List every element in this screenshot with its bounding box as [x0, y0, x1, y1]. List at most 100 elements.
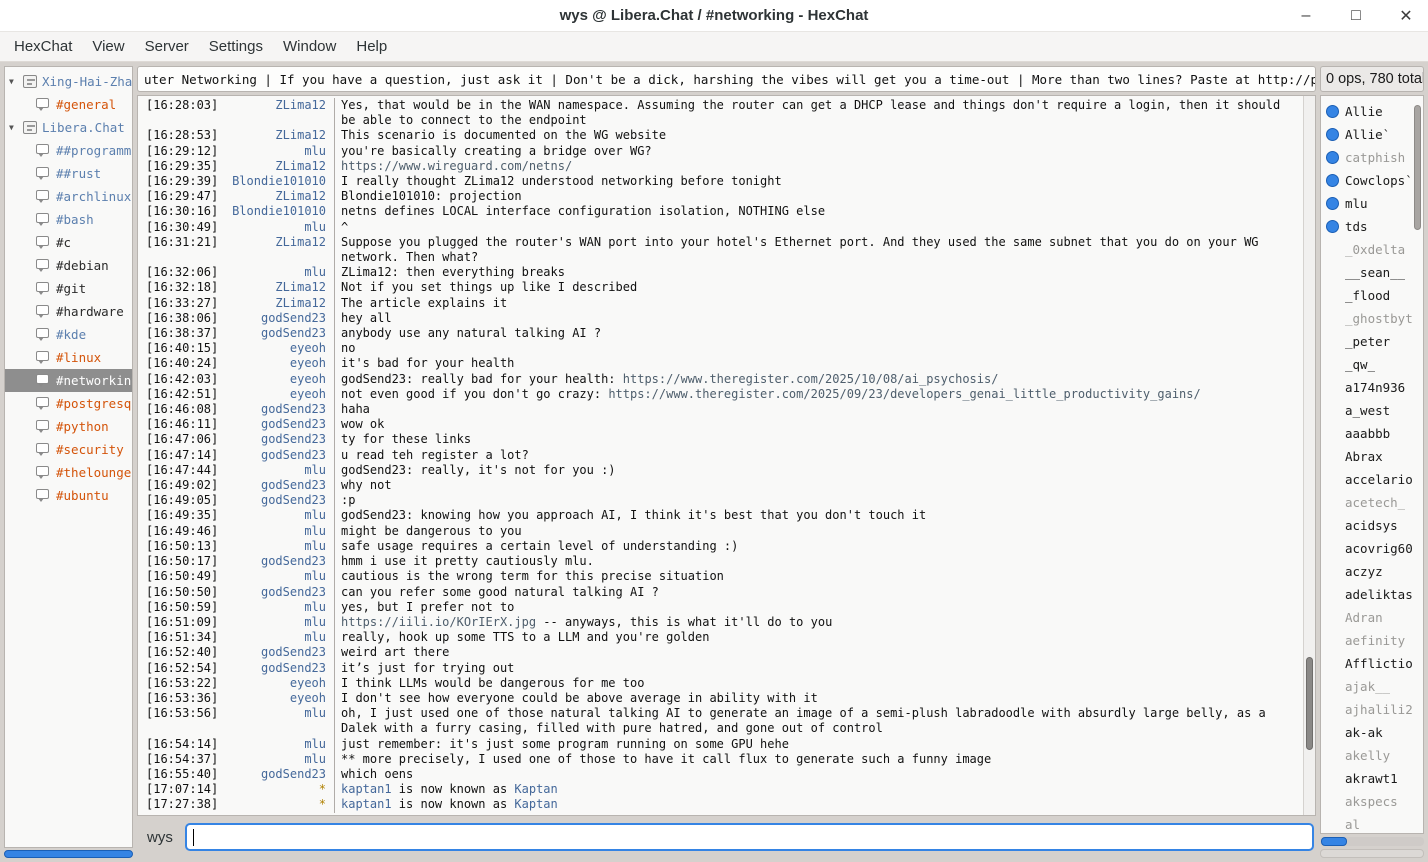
- userlist-vscroll-thumb[interactable]: [1414, 105, 1421, 230]
- user-list-item[interactable]: __sean__: [1321, 261, 1423, 284]
- message-segment: hey all: [341, 311, 392, 325]
- chat-message-row: [16:46:08]godSend23haha: [138, 402, 1303, 417]
- user-list-item[interactable]: ajhalili2: [1321, 698, 1423, 721]
- user-list-item[interactable]: aaabbb: [1321, 422, 1423, 445]
- user-list-item[interactable]: adeliktas: [1321, 583, 1423, 606]
- tree-channel--thelounge[interactable]: #thelounge: [5, 461, 132, 484]
- message-timestamp: [16:28:03]: [138, 98, 222, 128]
- tree-network-libera-chat[interactable]: ▼Libera.Chat: [5, 116, 132, 139]
- tree-channel--hardware[interactable]: #hardware: [5, 300, 132, 323]
- tree-channel--archlinux[interactable]: #archlinux: [5, 185, 132, 208]
- message-timestamp: [16:30:49]: [138, 220, 222, 235]
- channel-icon: [35, 235, 51, 250]
- user-list-item[interactable]: aczyz: [1321, 560, 1423, 583]
- user-list-item[interactable]: Afflictio: [1321, 652, 1423, 675]
- expander-icon[interactable]: ▼: [9, 77, 21, 86]
- userlist-vertical-scrollbar[interactable]: [1413, 98, 1422, 831]
- tree-channel--ubuntu[interactable]: #ubuntu: [5, 484, 132, 507]
- tree-channel--networking[interactable]: #networking: [5, 369, 132, 392]
- tree-channel--security[interactable]: #security: [5, 438, 132, 461]
- message-text: cautious is the wrong term for this prec…: [334, 569, 1303, 584]
- maximize-icon[interactable]: □: [1344, 4, 1368, 28]
- menu-item-settings[interactable]: Settings: [199, 34, 273, 59]
- user-list-item[interactable]: akelly: [1321, 744, 1423, 767]
- message-link[interactable]: https://www.theregister.com/2025/10/08/a…: [623, 372, 999, 386]
- user-list-item[interactable]: Adran: [1321, 606, 1423, 629]
- user-list-item[interactable]: catphish: [1321, 146, 1423, 169]
- tree-channel--git[interactable]: #git: [5, 277, 132, 300]
- message-timestamp: [16:52:40]: [138, 645, 222, 660]
- menu-item-view[interactable]: View: [82, 34, 134, 59]
- tree-channel--python[interactable]: #python: [5, 415, 132, 438]
- message-nick: ZLima12: [222, 280, 334, 295]
- tree-channel--linux[interactable]: #linux: [5, 346, 132, 369]
- tree-horizontal-scrollbar[interactable]: [4, 850, 133, 858]
- tree-network-xing-hai-zhan[interactable]: ▼Xing-Hai-Zhan: [5, 70, 132, 93]
- user-list-item[interactable]: a174n936: [1321, 376, 1423, 399]
- user-list-item[interactable]: accelario: [1321, 468, 1423, 491]
- user-list-item[interactable]: _flood: [1321, 284, 1423, 307]
- user-nick: accelario: [1345, 472, 1413, 487]
- tree-channel--general[interactable]: #general: [5, 93, 132, 116]
- expander-icon[interactable]: ▼: [9, 123, 21, 132]
- menu-item-server[interactable]: Server: [135, 34, 199, 59]
- user-nick: _qw_: [1345, 357, 1375, 372]
- tree-channel--programming[interactable]: ##programming: [5, 139, 132, 162]
- user-list-item[interactable]: Allie: [1321, 100, 1423, 123]
- menu-item-help[interactable]: Help: [346, 34, 397, 59]
- user-list-item[interactable]: akrawt1: [1321, 767, 1423, 790]
- message-link[interactable]: https://www.theregister.com/2025/09/23/d…: [608, 387, 1200, 401]
- menu-item-hexchat[interactable]: HexChat: [4, 34, 82, 59]
- message-timestamp: [16:29:35]: [138, 159, 222, 174]
- userlist-horizontal-scrollbar[interactable]: [1320, 837, 1424, 846]
- user-list-item[interactable]: mlu: [1321, 192, 1423, 215]
- own-nick-label[interactable]: wys: [147, 829, 173, 846]
- user-list-item[interactable]: akspecs: [1321, 790, 1423, 813]
- user-nick: _peter: [1345, 334, 1390, 349]
- user-list-item[interactable]: ajak__: [1321, 675, 1423, 698]
- nick-reference: kaptan1: [341, 797, 392, 811]
- user-list-item[interactable]: _ghostbyt: [1321, 307, 1423, 330]
- message-text: really, hook up some TTS to a LLM and yo…: [334, 630, 1303, 645]
- user-list-item[interactable]: a_west: [1321, 399, 1423, 422]
- user-list-item[interactable]: Abrax: [1321, 445, 1423, 468]
- user-list-item[interactable]: ak-ak: [1321, 721, 1423, 744]
- tree-channel--debian[interactable]: #debian: [5, 254, 132, 277]
- message-timestamp: [16:52:54]: [138, 661, 222, 676]
- message-nick: eyeoh: [222, 356, 334, 371]
- user-list-item[interactable]: _qw_: [1321, 353, 1423, 376]
- voice-icon: [1326, 128, 1339, 141]
- user-list-item[interactable]: acidsys: [1321, 514, 1423, 537]
- user-list-item[interactable]: _peter: [1321, 330, 1423, 353]
- user-list-item[interactable]: Allie`: [1321, 123, 1423, 146]
- user-list-item[interactable]: tds: [1321, 215, 1423, 238]
- user-list-item[interactable]: acovrig60: [1321, 537, 1423, 560]
- tree-channel--bash[interactable]: #bash: [5, 208, 132, 231]
- message-segment: not even good if you don't go crazy:: [341, 387, 608, 401]
- menu-item-window[interactable]: Window: [273, 34, 346, 59]
- user-list-item[interactable]: _0xdelta: [1321, 238, 1423, 261]
- minimize-icon[interactable]: –: [1294, 4, 1318, 28]
- message-input[interactable]: [185, 823, 1314, 851]
- user-list-item[interactable]: acetech_: [1321, 491, 1423, 514]
- close-icon[interactable]: ✕: [1394, 4, 1418, 28]
- topic-input[interactable]: uter Networking | If you have a question…: [137, 66, 1316, 92]
- message-link[interactable]: https://iili.io/KOrIErX.jpg: [341, 615, 536, 629]
- chat-vertical-scrollbar[interactable]: [1303, 96, 1315, 815]
- userlist-secondary-scrollbar[interactable]: [1320, 849, 1424, 858]
- message-nick: ZLima12: [222, 235, 334, 265]
- message-list: [16:28:03]ZLima12Yes, that would be in t…: [138, 96, 1303, 815]
- tree-item-label: #thelounge: [56, 465, 131, 480]
- tree-channel--rust[interactable]: ##rust: [5, 162, 132, 185]
- tree-channel--kde[interactable]: #kde: [5, 323, 132, 346]
- tree-channel--c[interactable]: #c: [5, 231, 132, 254]
- message-link[interactable]: https://www.wireguard.com/netns/: [341, 159, 572, 173]
- user-list-item[interactable]: aefinity: [1321, 629, 1423, 652]
- user-list-item[interactable]: Cowclops`: [1321, 169, 1423, 192]
- tree-channel--postgresql[interactable]: #postgresql: [5, 392, 132, 415]
- tree-hscroll-thumb[interactable]: [4, 850, 133, 858]
- chat-vscroll-thumb[interactable]: [1306, 657, 1313, 750]
- userlist-hscroll-thumb[interactable]: [1321, 837, 1347, 846]
- user-list-item[interactable]: al: [1321, 813, 1423, 834]
- message-timestamp: [16:29:39]: [138, 174, 222, 189]
